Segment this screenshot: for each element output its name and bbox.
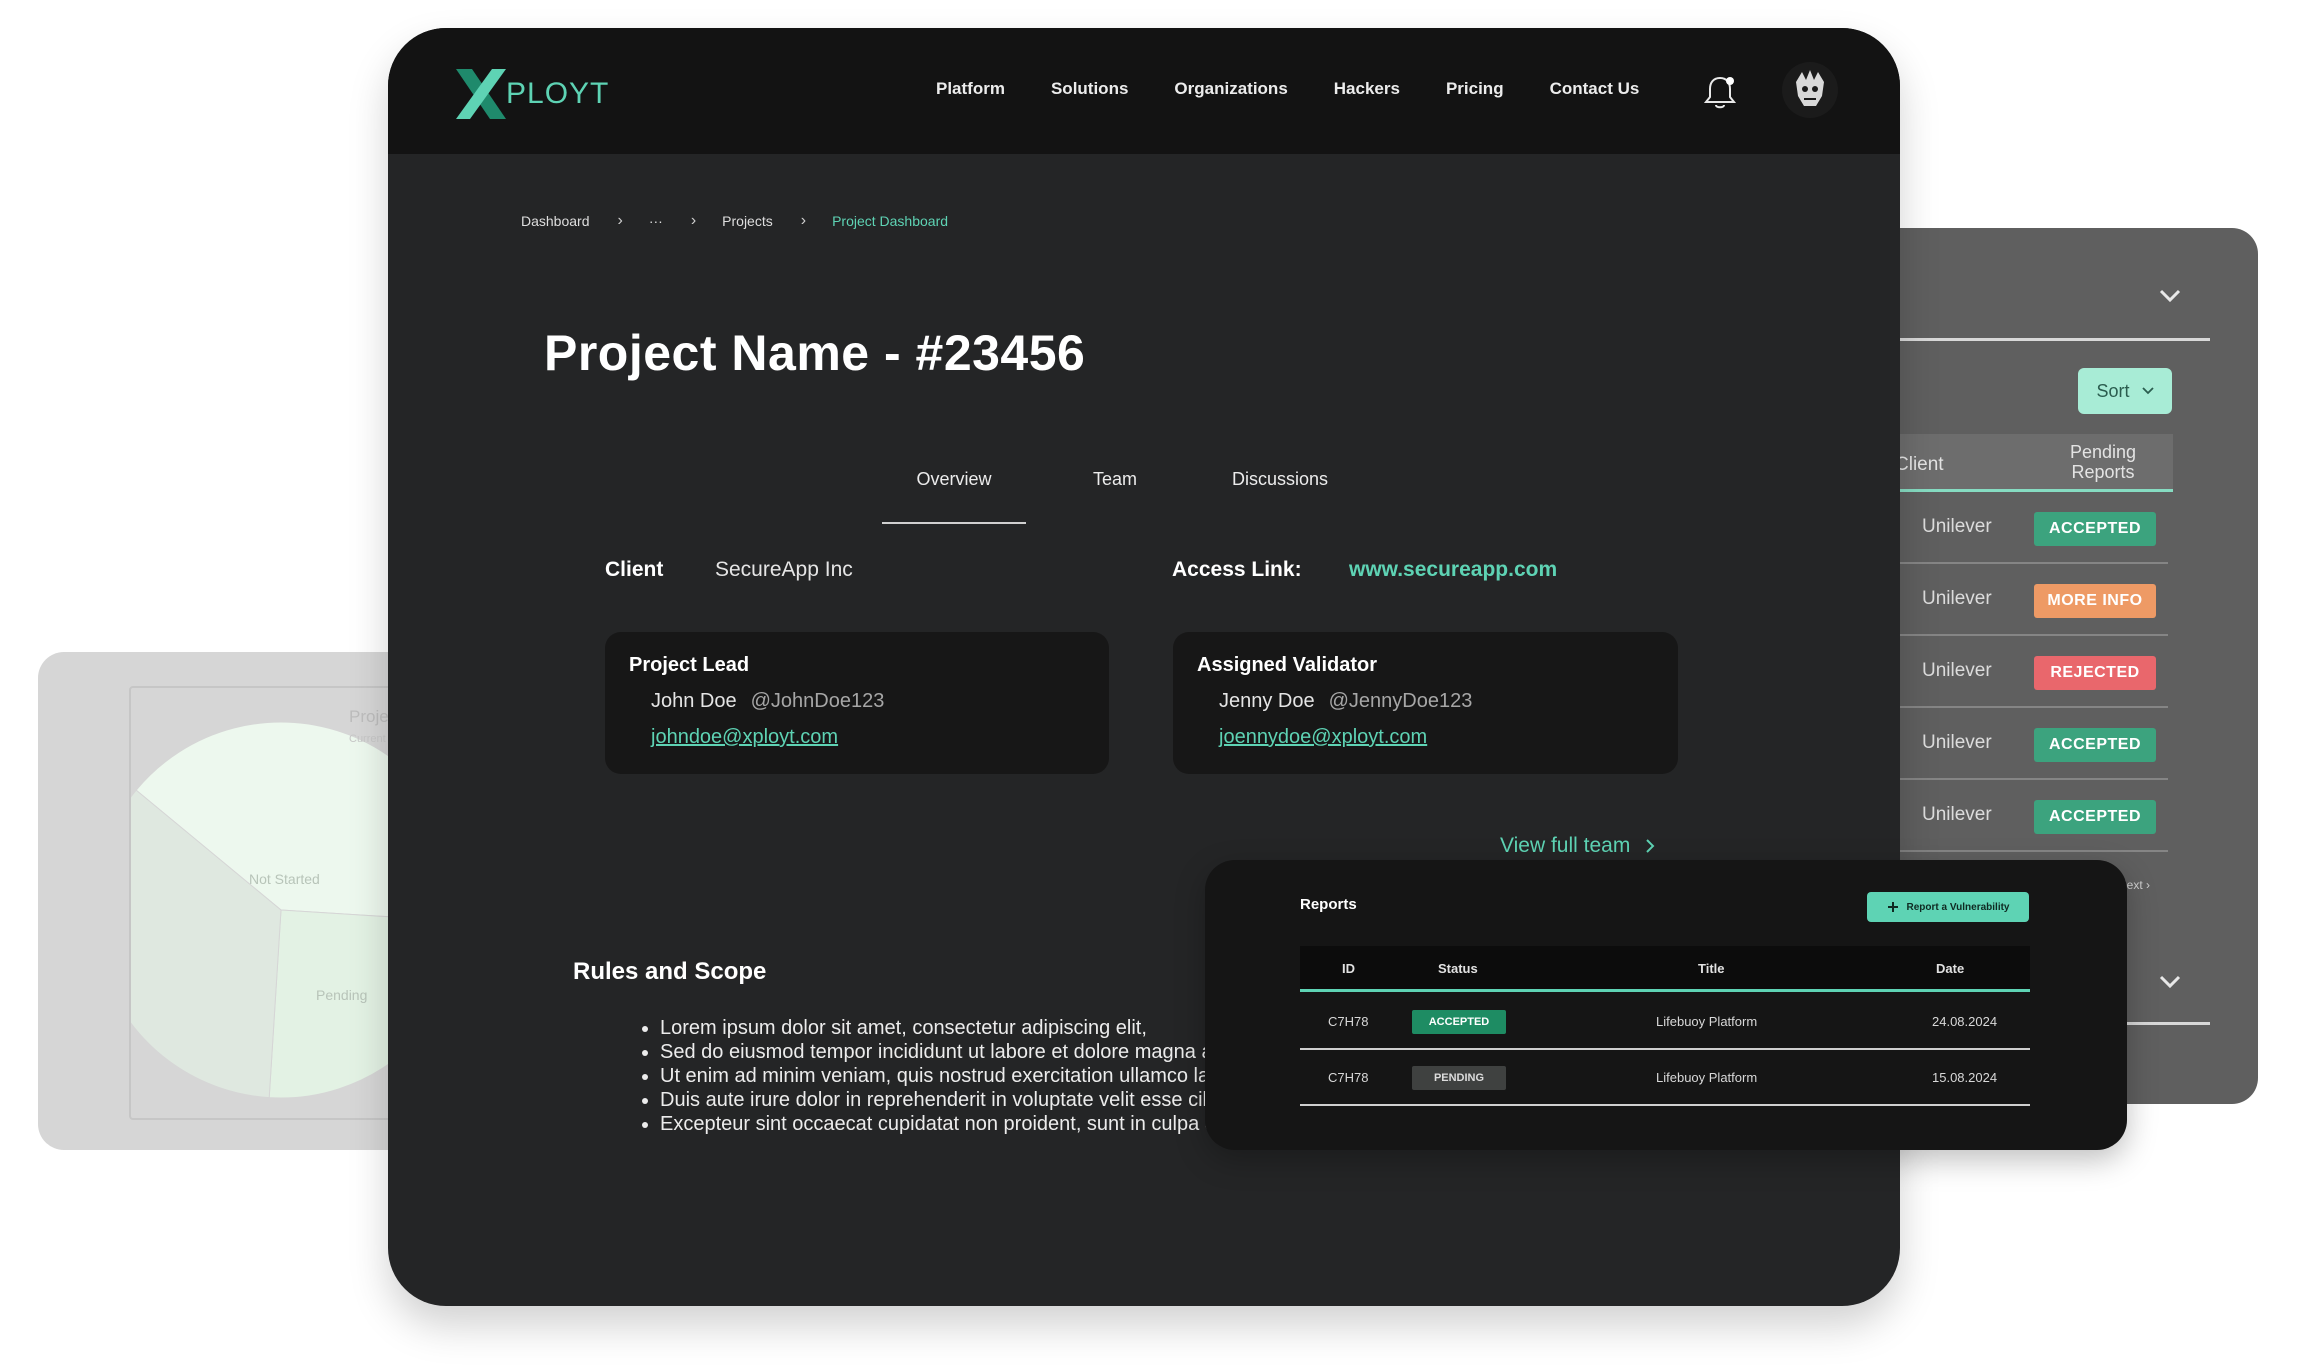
tab-overview[interactable]: Overview — [882, 458, 1026, 524]
nav-link-contact-us[interactable]: Contact Us — [1550, 79, 1640, 99]
sort-button[interactable]: Sort — [2078, 368, 2172, 414]
xployt-logo[interactable]: PLOYT — [452, 66, 609, 122]
report-vulnerability-button[interactable]: Report a Vulnerability — [1867, 892, 2029, 922]
client-value: SecureApp Inc — [715, 558, 853, 581]
project-lead-email[interactable]: johndoe@xployt.com — [651, 726, 838, 749]
nav-link-hackers[interactable]: Hackers — [1334, 79, 1400, 99]
chevron-down-icon[interactable] — [2156, 282, 2184, 310]
chevron-right-icon: › — [690, 212, 697, 229]
pie-label-not-started: Not Started — [249, 871, 320, 887]
status-badge: ACCEPTED — [2034, 728, 2156, 762]
bell-icon[interactable] — [1700, 72, 1740, 112]
reports-table-header: ID Status Title Date — [1300, 946, 2030, 992]
list-row-client: Unilever — [1922, 804, 1992, 825]
list-row-client: Unilever — [1922, 732, 1992, 753]
validator-email[interactable]: joennydoe@xployt.com — [1219, 726, 1427, 749]
list-row-client: Unilever — [1922, 516, 1992, 537]
column-header-date: Date — [1936, 961, 1965, 976]
list-row-client: Unilever — [1922, 588, 1992, 609]
report-title: Lifebuoy Platform — [1656, 1070, 1758, 1085]
chevron-right-icon — [1646, 839, 1655, 853]
validator-role: Assigned Validator — [1197, 654, 1378, 676]
status-badge: REJECTED — [2034, 656, 2156, 690]
chevron-right-icon: › — [800, 212, 807, 229]
status-badge: PENDING — [1412, 1066, 1506, 1090]
avatar[interactable] — [1782, 62, 1838, 118]
breadcrumb-ellipsis[interactable]: ··· — [649, 213, 663, 229]
access-link-label: Access Link: — [1172, 558, 1302, 581]
nav-link-platform[interactable]: Platform — [936, 79, 1005, 99]
report-date: 15.08.2024 — [1932, 1070, 1998, 1085]
client-label: Client — [605, 558, 664, 581]
logo-text: PLOYT — [506, 77, 610, 110]
report-id: C7H78 — [1328, 1014, 1369, 1029]
report-title: Lifebuoy Platform — [1656, 1014, 1758, 1029]
breadcrumb-projects[interactable]: Projects — [722, 213, 773, 229]
assigned-validator-card: Assigned Validator Jenny Doe @JennyDoe123… — [1173, 632, 1678, 774]
table-row[interactable]: C7H78 ACCEPTED Lifebuoy Platform 24.08.2… — [1300, 994, 2030, 1050]
access-link[interactable]: www.secureapp.com — [1349, 558, 1557, 582]
logo-x-icon — [456, 69, 506, 119]
project-lead-card: Project Lead John Doe @JohnDoe123 johndoe… — [605, 632, 1109, 774]
column-header-pending-reports: Pending Reports — [2069, 442, 2137, 482]
nav-link-pricing[interactable]: Pricing — [1446, 79, 1504, 99]
column-header-title: Title — [1698, 961, 1725, 976]
view-full-team-link[interactable]: View full team — [1500, 834, 1656, 858]
nav-links: Platform Solutions Organizations Hackers… — [936, 79, 1685, 99]
project-lead-handle: @JohnDoe123 — [750, 690, 885, 712]
table-row[interactable]: C7H78 PENDING Lifebuoy Platform 15.08.20… — [1300, 1050, 2030, 1106]
sort-label: Sort — [2096, 380, 2130, 401]
project-lead-name: John Doe @JohnDoe123 — [651, 690, 885, 712]
reports-title: Reports — [1300, 896, 1357, 913]
nav-link-organizations[interactable]: Organizations — [1174, 79, 1287, 99]
status-badge: MORE INFO — [2034, 584, 2156, 618]
chevron-down-icon[interactable] — [2156, 968, 2184, 996]
status-badge: ACCEPTED — [2034, 800, 2156, 834]
report-id: C7H78 — [1328, 1070, 1369, 1085]
project-lead-role: Project Lead — [629, 654, 750, 676]
pie-chart-subtitle: Current — [349, 733, 386, 745]
nav-link-solutions[interactable]: Solutions — [1051, 79, 1128, 99]
breadcrumb: Dashboard › ··· › Projects › Project Das… — [521, 212, 948, 230]
tab-team[interactable]: Team — [1060, 458, 1170, 524]
column-header-client: Client — [1895, 454, 1944, 475]
rules-title: Rules and Scope — [573, 958, 767, 985]
status-badge: ACCEPTED — [2034, 512, 2156, 546]
column-header-id: ID — [1342, 961, 1355, 976]
chevron-right-icon: › — [617, 212, 623, 229]
tab-discussions[interactable]: Discussions — [1210, 458, 1350, 524]
breadcrumb-current: Project Dashboard — [832, 213, 949, 229]
plus-icon — [1887, 902, 1898, 912]
report-date: 24.08.2024 — [1932, 1014, 1998, 1029]
status-badge: ACCEPTED — [1412, 1010, 1506, 1034]
avatar-image — [1782, 62, 1838, 118]
navbar: PLOYT Platform Solutions Organizations H… — [388, 28, 1900, 154]
validator-handle: @JennyDoe123 — [1328, 690, 1473, 712]
reports-card: Reports Report a Vulnerability ID Status… — [1205, 860, 2127, 1150]
validator-name: Jenny Doe @JennyDoe123 — [1219, 690, 1473, 712]
page-title: Project Name - #23456 — [544, 325, 1086, 381]
pie-label-pending: Pending — [316, 987, 367, 1003]
chevron-down-icon — [2141, 387, 2154, 395]
column-header-status: Status — [1438, 961, 1478, 976]
breadcrumb-dashboard[interactable]: Dashboard — [521, 213, 590, 229]
list-row-client: Unilever — [1922, 660, 1992, 681]
